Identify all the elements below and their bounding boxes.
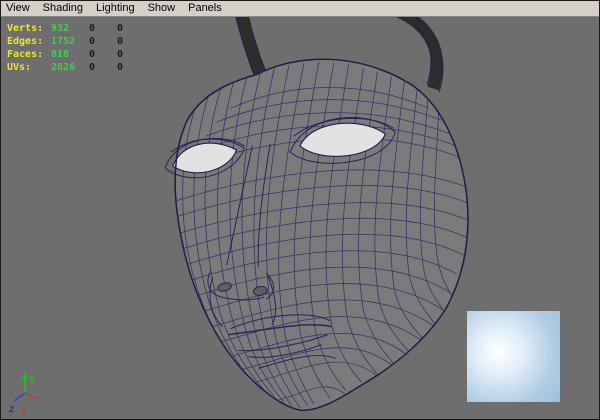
hud-row-edges: Edges: 1752 0 0 bbox=[7, 35, 145, 48]
z-axis-label: z bbox=[9, 404, 14, 415]
mask-face-surface[interactable] bbox=[175, 59, 468, 411]
hud-row-verts: Verts: 932 0 0 bbox=[7, 22, 145, 35]
maya-panel: View Shading Lighting Show Panels Verts:… bbox=[0, 0, 600, 420]
hud-row-faces: Faces: 818 0 0 bbox=[7, 48, 145, 61]
hud-verts-value: 932 bbox=[51, 23, 70, 34]
axis-gizmo: y z x bbox=[9, 373, 39, 417]
hud-edges-extra2: 0 bbox=[117, 36, 124, 47]
y-axis-label: y bbox=[30, 374, 36, 385]
hud-uvs-label: UVs: bbox=[7, 62, 32, 73]
y-axis-arrowhead bbox=[22, 373, 28, 379]
poly-count-hud: Verts: 932 0 0 Edges: 1752 0 0 Faces: 818 0 0 UVs… bbox=[7, 22, 145, 74]
hud-uvs-extra2: 0 bbox=[117, 62, 124, 73]
hud-edges-extra1: 0 bbox=[89, 36, 96, 47]
viewport-canvas[interactable]: Verts: 932 0 0 Edges: 1752 0 0 Faces: 818 0 0 UVs… bbox=[1, 17, 599, 419]
hud-uvs-extra1: 0 bbox=[89, 62, 96, 73]
x-axis-arrow bbox=[24, 392, 39, 400]
menu-show[interactable]: Show bbox=[148, 1, 176, 16]
hud-faces-value: 818 bbox=[51, 49, 70, 60]
hud-verts-label: Verts: bbox=[7, 23, 44, 34]
hud-edges-label: Edges: bbox=[7, 36, 44, 47]
z-axis-arrow bbox=[13, 392, 26, 402]
hud-verts-extra1: 0 bbox=[89, 23, 96, 34]
menu-view[interactable]: View bbox=[6, 1, 30, 16]
hud-faces-extra2: 0 bbox=[117, 49, 124, 60]
panel-menubar: View Shading Lighting Show Panels bbox=[1, 1, 599, 17]
menu-lighting[interactable]: Lighting bbox=[96, 1, 135, 16]
x-axis-label: x bbox=[21, 406, 27, 417]
hud-verts-extra2: 0 bbox=[117, 23, 124, 34]
hud-uvs-value: 2626 bbox=[51, 62, 76, 73]
hud-edges-value: 1752 bbox=[51, 36, 76, 47]
menu-shading[interactable]: Shading bbox=[43, 1, 83, 16]
hud-faces-extra1: 0 bbox=[89, 49, 96, 60]
hud-row-uvs: UVs: 2626 0 0 bbox=[7, 61, 145, 74]
menu-panels[interactable]: Panels bbox=[188, 1, 222, 16]
hud-faces-label: Faces: bbox=[7, 49, 44, 60]
watermark-thumbnail bbox=[467, 311, 560, 402]
